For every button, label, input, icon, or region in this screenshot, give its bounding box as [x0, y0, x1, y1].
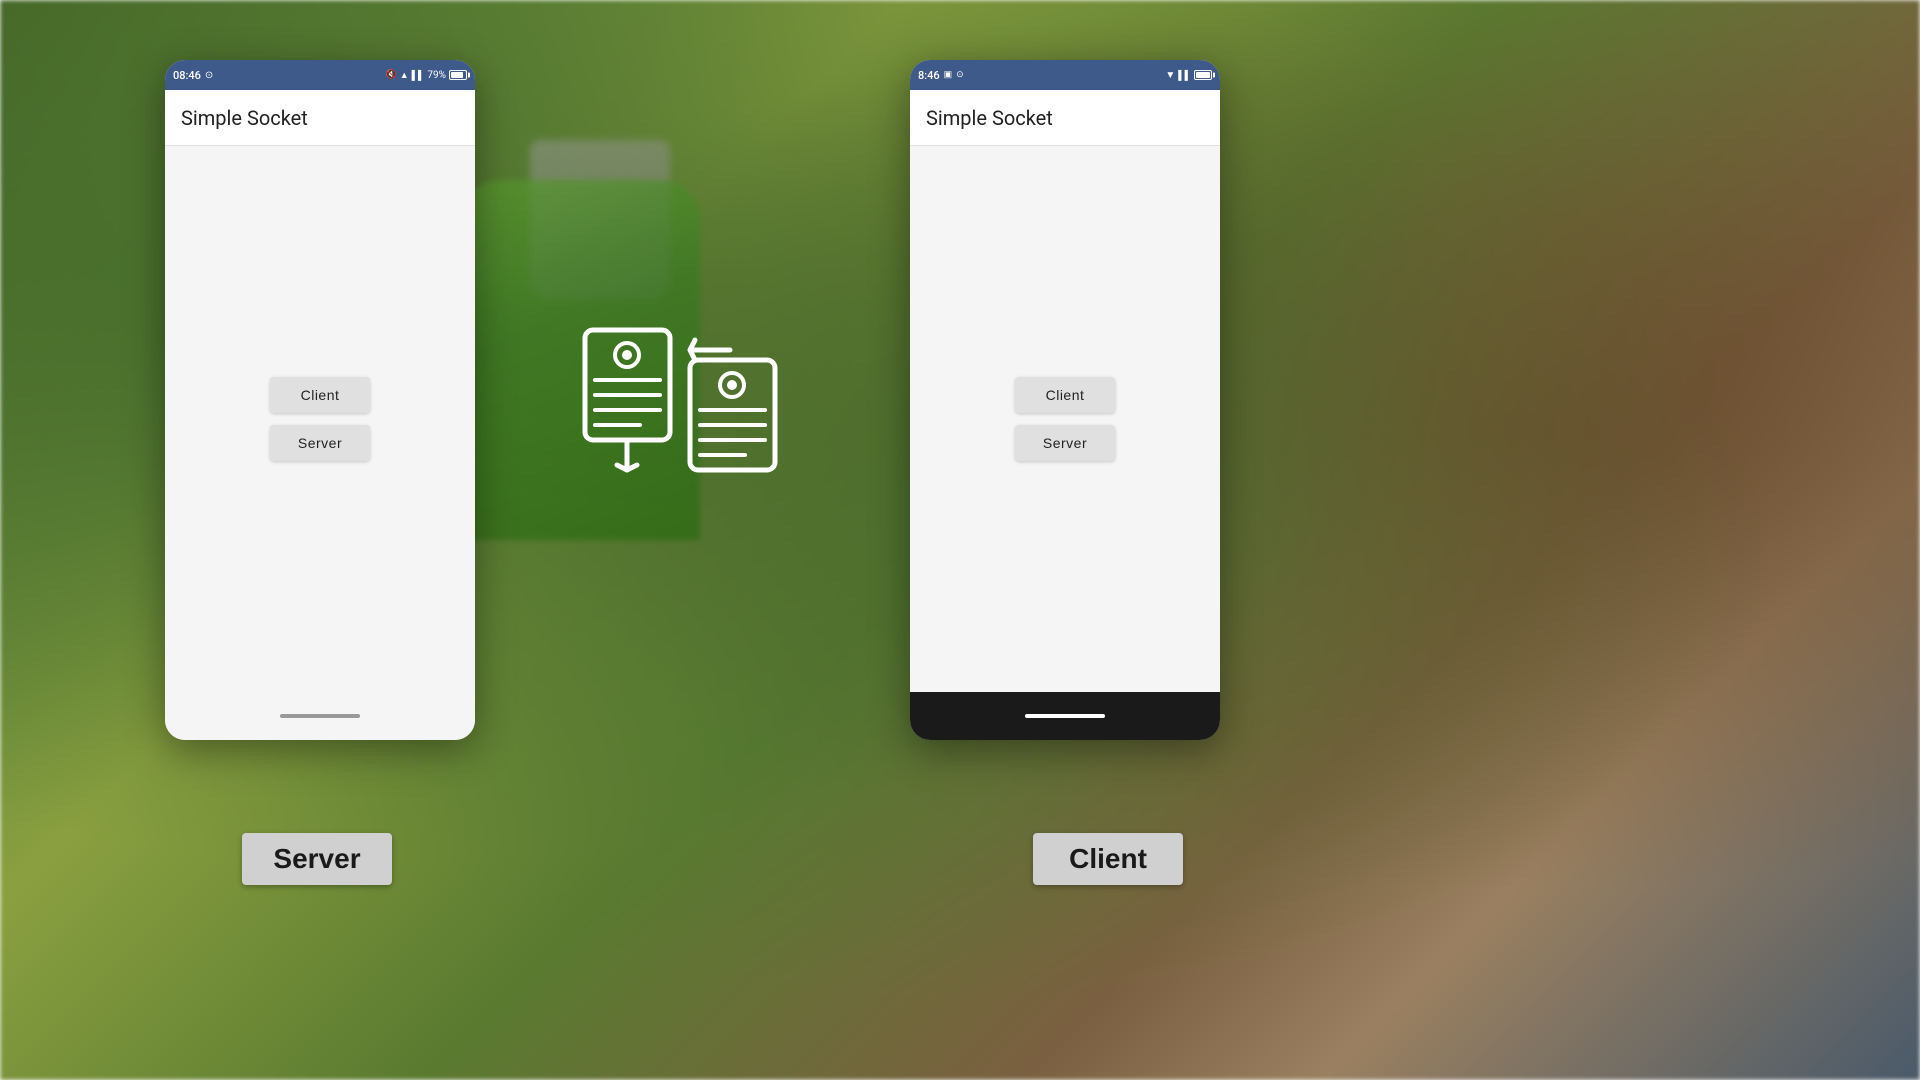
- right-phone-label: Client: [1033, 833, 1183, 885]
- right-status-bar: 8:46 ▣ ⊙ ▼ ▌▌: [910, 60, 1220, 90]
- left-server-button[interactable]: Server: [270, 425, 370, 461]
- right-nav-indicator: [1025, 714, 1105, 718]
- left-time: 08:46: [173, 69, 201, 82]
- right-wifi-icon: ▼: [1165, 70, 1175, 81]
- right-clock-icon: ⊙: [956, 70, 964, 80]
- left-status-bar-right: 🔇 ▲ ▌▌ 79%: [386, 70, 467, 81]
- right-phone-frame: 8:46 ▣ ⊙ ▼ ▌▌ Simple Socket Client Serve…: [910, 60, 1220, 740]
- right-sim-icon: ▣: [944, 70, 953, 80]
- left-wifi-icon: ▲: [400, 70, 409, 81]
- right-server-button[interactable]: Server: [1015, 425, 1115, 461]
- left-phone-label-text: Server: [273, 843, 360, 875]
- left-app-title: Simple Socket: [181, 106, 308, 130]
- left-battery-text: 79%: [427, 70, 446, 81]
- left-document-icon: [585, 330, 670, 440]
- right-status-bar-right: ▼ ▌▌: [1165, 70, 1212, 81]
- left-mute-icon: 🔇: [386, 70, 397, 80]
- transfer-icon-container: [575, 290, 795, 510]
- right-signal-bars: ▌▌: [1178, 70, 1191, 81]
- left-status-bar-left: 08:46 ⊙: [173, 69, 213, 82]
- left-nav-indicator: [280, 714, 360, 718]
- left-phone-frame: 08:46 ⊙ 🔇 ▲ ▌▌ 79% Simple Socket Client …: [165, 60, 475, 740]
- right-nav-bar: [910, 692, 1220, 740]
- left-client-button[interactable]: Client: [270, 377, 370, 413]
- left-nav-bar: [165, 692, 475, 740]
- right-phone-label-text: Client: [1069, 843, 1147, 875]
- right-app-bar: Simple Socket: [910, 90, 1220, 146]
- left-status-dot: ⊙: [205, 70, 213, 81]
- right-document-icon: [690, 360, 775, 470]
- left-status-bar: 08:46 ⊙ 🔇 ▲ ▌▌ 79%: [165, 60, 475, 90]
- right-time: 8:46: [918, 69, 940, 82]
- left-signal-icon: ▌▌: [412, 70, 425, 81]
- right-battery-icon: [1194, 70, 1212, 80]
- left-phone-content: Client Server: [165, 146, 475, 692]
- right-client-button[interactable]: Client: [1015, 377, 1115, 413]
- right-status-bar-left: 8:46 ▣ ⊙: [918, 69, 964, 82]
- left-app-bar: Simple Socket: [165, 90, 475, 146]
- left-phone-label: Server: [242, 833, 392, 885]
- left-battery-icon: [449, 70, 467, 80]
- right-app-title: Simple Socket: [926, 106, 1053, 130]
- right-phone-content: Client Server: [910, 146, 1220, 692]
- transfer-icon-svg: [575, 290, 795, 510]
